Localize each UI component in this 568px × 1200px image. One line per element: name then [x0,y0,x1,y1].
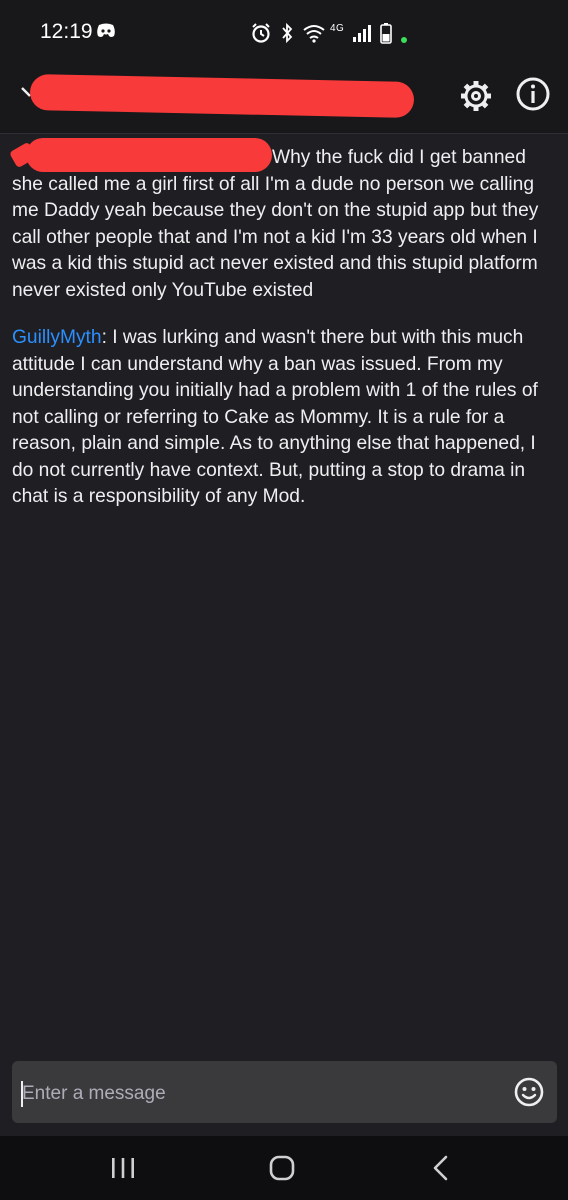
emoji-icon[interactable] [513,1076,545,1108]
message-input[interactable] [22,1080,492,1108]
alarm-icon [252,23,270,43]
message-separator: : [101,327,113,348]
wifi-icon [303,25,325,43]
battery-icon [380,23,393,44]
bluetooth-icon [282,22,293,44]
nav-back-icon[interactable] [430,1154,452,1182]
home-icon[interactable] [268,1154,296,1182]
info-icon[interactable] [515,76,551,112]
active-dot [401,37,408,43]
discord-icon [97,23,115,37]
recent-apps-icon[interactable] [110,1156,136,1180]
network-label: 4G [330,22,345,34]
status-icons: 4G [250,20,408,46]
redacted-username [26,138,272,172]
message-username[interactable]: GuillyMyth [12,327,102,348]
status-time: 12:19 [40,20,93,43]
settings-icon[interactable] [456,76,496,116]
text-caret [21,1081,23,1107]
chat-message: GuillyMyth: I was lurking and wasn't the… [12,325,558,511]
message-text: I was lurking and wasn't there but with … [12,327,538,507]
signal-icon [353,25,372,42]
